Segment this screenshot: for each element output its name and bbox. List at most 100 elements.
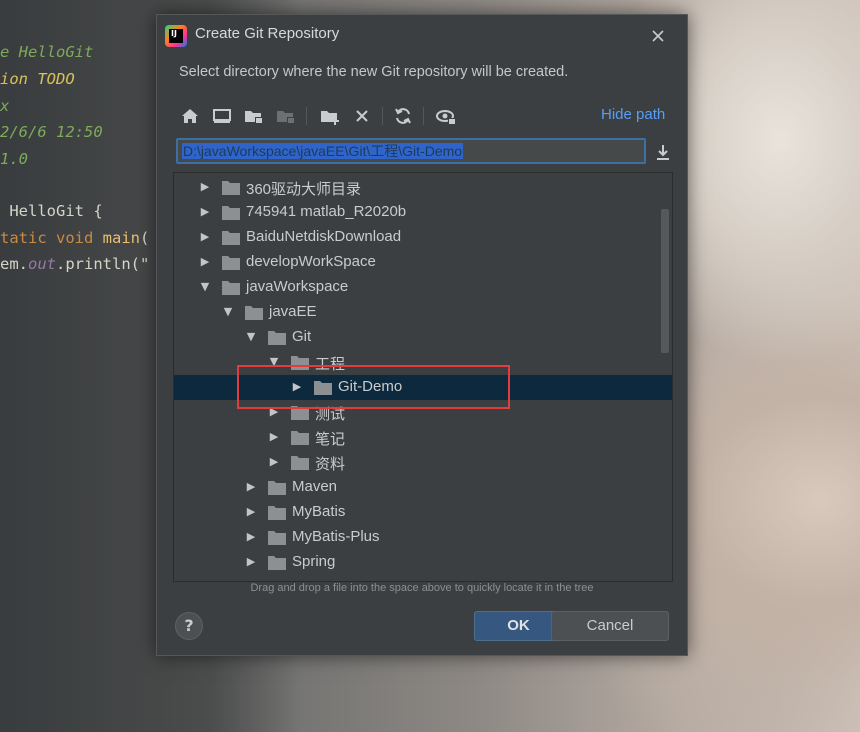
dialog-title: Create Git Repository <box>195 25 340 42</box>
delete-button[interactable] <box>350 104 374 128</box>
code-line: 2/6/6 12:50 <box>0 120 103 144</box>
download-icon <box>657 145 669 160</box>
new-folder-button[interactable] <box>318 104 342 128</box>
module-folder-button[interactable] <box>274 104 298 128</box>
tree-row[interactable]: ▶ 笔记 <box>174 425 672 450</box>
cancel-button[interactable]: Cancel <box>551 611 669 641</box>
refresh-icon <box>395 108 411 124</box>
folder-icon <box>222 280 240 295</box>
tree-row[interactable]: ▶ 745941 matlab_R2020b <box>174 200 672 225</box>
folder-icon <box>222 255 240 270</box>
tree-row[interactable]: ▶ MyBatis-Plus <box>174 525 672 550</box>
collapse-right-arrow-icon[interactable]: ▶ <box>267 455 281 469</box>
toolbar-separator <box>306 107 307 125</box>
tree-row[interactable]: ▶ BaiduNetdiskDownload <box>174 225 672 250</box>
folder-icon <box>291 430 309 445</box>
tree-item-label: Git <box>292 328 312 345</box>
code-token: HelloGit <box>18 43 94 61</box>
code-token: .println(" <box>56 255 150 273</box>
tree-scrollbar[interactable] <box>661 209 669 353</box>
code-token: HelloGit { <box>0 202 103 220</box>
show-hidden-icon <box>436 110 456 125</box>
tree-row[interactable]: ▶ 360驱动大师目录 <box>174 175 672 200</box>
folder-icon <box>222 230 240 245</box>
folder-icon <box>268 530 286 545</box>
close-button[interactable] <box>647 25 669 47</box>
tree-row[interactable]: ▶ developWorkSpace <box>174 250 672 275</box>
show-hidden-files-button[interactable] <box>434 104 458 128</box>
expand-down-arrow-icon[interactable]: ▼ <box>198 280 212 294</box>
tree-item-label: developWorkSpace <box>246 253 376 270</box>
tree-row[interactable]: ▶ MyBatis <box>174 500 672 525</box>
code-line: HelloGit { <box>0 199 103 223</box>
code-token: x <box>0 97 10 115</box>
path-input[interactable]: D:\javaWorkspace\javaEE\Git\工程\Git-Demo <box>176 138 646 164</box>
tree-item-label: MyBatis-Plus <box>292 528 380 545</box>
collapse-right-arrow-icon[interactable]: ▶ <box>244 555 258 569</box>
project-folder-button[interactable] <box>242 104 266 128</box>
code-token: em. <box>0 255 28 273</box>
intellij-app-icon: IJ <box>165 25 187 47</box>
code-line: em.out.println(" <box>0 252 149 276</box>
home-icon <box>182 109 198 123</box>
tree-item-label: 360驱动大师目录 <box>246 181 362 198</box>
folder-icon <box>268 555 286 570</box>
tree-item-label: 资料 <box>315 456 346 473</box>
code-token: tatic void <box>0 229 103 247</box>
dialog-description: Select directory where the new Git repos… <box>179 64 569 80</box>
hide-path-link[interactable]: Hide path <box>601 106 665 123</box>
collapse-right-arrow-icon[interactable]: ▶ <box>244 480 258 494</box>
file-chooser-toolbar: Hide path <box>174 101 669 131</box>
tree-row[interactable]: ▼ javaEE <box>174 300 672 325</box>
desktop-icon <box>213 109 231 123</box>
toolbar-separator <box>382 107 383 125</box>
tree-row[interactable]: ▼ javaWorkspace <box>174 275 672 300</box>
expand-down-arrow-icon[interactable]: ▼ <box>244 330 258 344</box>
code-token: ( <box>139 229 150 247</box>
folder-icon <box>222 180 240 195</box>
code-token: TODO <box>28 70 75 88</box>
folder-icon <box>222 205 240 220</box>
collapse-right-arrow-icon[interactable]: ▶ <box>198 230 212 244</box>
collapse-right-arrow-icon[interactable]: ▶ <box>244 530 258 544</box>
tree-item-label: Spring <box>292 553 336 570</box>
path-history-button[interactable] <box>654 142 672 162</box>
collapse-right-arrow-icon[interactable]: ▶ <box>198 255 212 269</box>
code-token: 1.0 <box>0 150 28 168</box>
code-token: ion <box>0 70 28 88</box>
tree-row[interactable]: ▶ Spring <box>174 550 672 575</box>
tree-item-label: 笔记 <box>315 431 346 448</box>
tree-item-label: javaEE <box>269 303 317 320</box>
expand-down-arrow-icon[interactable]: ▼ <box>221 305 235 319</box>
tree-row[interactable]: ▼ Git <box>174 325 672 350</box>
collapse-right-arrow-icon[interactable]: ▶ <box>198 180 212 194</box>
refresh-button[interactable] <box>391 104 415 128</box>
folder-icon <box>268 330 286 345</box>
ok-button[interactable]: OK <box>474 611 563 641</box>
tree-row[interactable]: ▶ Maven <box>174 475 672 500</box>
new-folder-icon <box>321 111 339 125</box>
dialog-titlebar: IJ Create Git Repository <box>157 15 687 57</box>
code-token: e <box>0 43 19 61</box>
module-folder-icon <box>277 111 295 124</box>
collapse-right-arrow-icon[interactable]: ▶ <box>198 205 212 219</box>
help-button[interactable]: ? <box>175 612 203 640</box>
project-folder-icon <box>245 111 263 124</box>
code-line: tatic void main( <box>0 226 149 250</box>
delete-icon <box>356 110 368 122</box>
folder-icon <box>268 480 286 495</box>
desktop-button[interactable] <box>210 104 234 128</box>
tree-item-label: BaiduNetdiskDownload <box>246 228 402 245</box>
home-button[interactable] <box>178 104 202 128</box>
folder-icon <box>245 305 263 320</box>
tree-item-label: Maven <box>292 478 338 495</box>
tree-item-label: MyBatis <box>292 503 346 520</box>
tree-row[interactable]: ▶ 资料 <box>174 450 672 475</box>
collapse-right-arrow-icon[interactable]: ▶ <box>267 430 281 444</box>
toolbar-separator <box>423 107 424 125</box>
collapse-right-arrow-icon[interactable]: ▶ <box>244 505 258 519</box>
drag-drop-hint: Drag and drop a file into the space abov… <box>250 582 594 594</box>
code-token: 2/6/6 12:50 <box>0 123 103 141</box>
folder-icon <box>268 505 286 520</box>
create-git-repository-dialog: IJ Create Git Repository Select director… <box>156 14 688 656</box>
